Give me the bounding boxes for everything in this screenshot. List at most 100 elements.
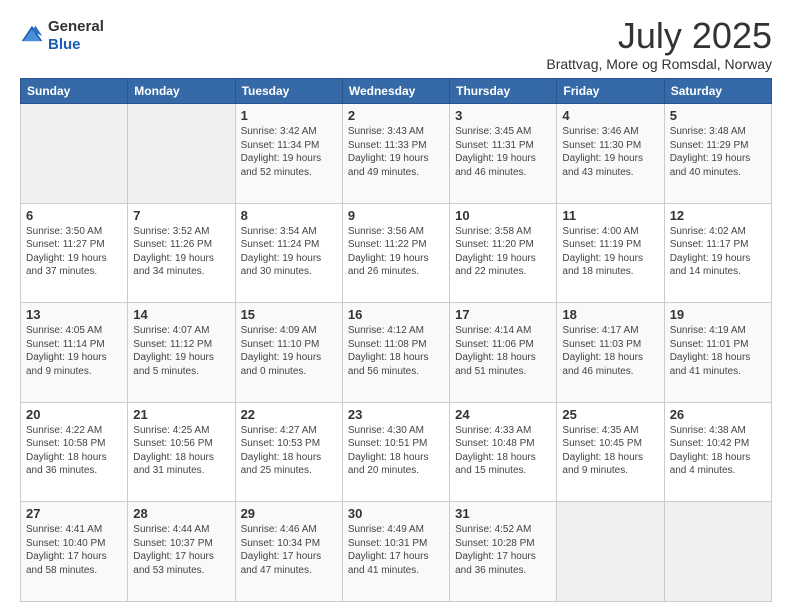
day-info: Sunrise: 4:14 AM Sunset: 11:06 PM Daylig… <box>455 324 551 378</box>
calendar-body: 1 Sunrise: 3:42 AM Sunset: 11:34 PM Dayli… <box>21 104 772 602</box>
day-number: 22 <box>241 407 337 422</box>
day-number: 3 <box>455 108 551 123</box>
day-number: 7 <box>133 208 229 223</box>
day-info: Sunrise: 3:46 AM Sunset: 11:30 PM Daylig… <box>562 125 658 179</box>
calendar-cell: 16 Sunrise: 4:12 AM Sunset: 11:08 PM Dayl… <box>342 303 449 403</box>
logo: General Blue <box>20 18 104 54</box>
day-number: 21 <box>133 407 229 422</box>
calendar-cell: 7 Sunrise: 3:52 AM Sunset: 11:26 PM Dayli… <box>128 203 235 303</box>
day-number: 26 <box>670 407 766 422</box>
calendar-cell: 31 Sunrise: 4:52 AM Sunset: 10:28 PM Dayl… <box>450 502 557 602</box>
day-info: Sunrise: 3:54 AM Sunset: 11:24 PM Daylig… <box>241 225 337 279</box>
title-block: July 2025 Brattvag, More og Romsdal, Nor… <box>546 18 772 72</box>
calendar-cell <box>664 502 771 602</box>
calendar-cell: 17Sunrise: 4:14 AM Sunset: 11:06 PM Dayl… <box>450 303 557 403</box>
day-info: Sunrise: 3:50 AM Sunset: 11:27 PM Daylig… <box>26 225 122 279</box>
calendar-cell: 9 Sunrise: 3:56 AM Sunset: 11:22 PM Dayli… <box>342 203 449 303</box>
day-number: 31 <box>455 506 551 521</box>
calendar-week-5: 27 Sunrise: 4:41 AM Sunset: 10:40 PM Dayl… <box>21 502 772 602</box>
calendar-week-4: 20Sunrise: 4:22 AM Sunset: 10:58 PM Dayl… <box>21 402 772 502</box>
day-number: 6 <box>26 208 122 223</box>
calendar-title: July 2025 <box>546 18 772 54</box>
calendar-cell <box>128 104 235 204</box>
calendar-week-1: 1 Sunrise: 3:42 AM Sunset: 11:34 PM Dayli… <box>21 104 772 204</box>
day-number: 25 <box>562 407 658 422</box>
day-info: Sunrise: 4:35 AM Sunset: 10:45 PM Daylig… <box>562 424 658 478</box>
day-number: 27 <box>26 506 122 521</box>
calendar-cell: 13 Sunrise: 4:05 AM Sunset: 11:14 PM Dayl… <box>21 303 128 403</box>
calendar-week-3: 13 Sunrise: 4:05 AM Sunset: 11:14 PM Dayl… <box>21 303 772 403</box>
logo-blue: Blue <box>48 36 81 53</box>
calendar-cell: 27 Sunrise: 4:41 AM Sunset: 10:40 PM Dayl… <box>21 502 128 602</box>
weekday-header-tuesday: Tuesday <box>235 79 342 104</box>
calendar-cell: 18Sunrise: 4:17 AM Sunset: 11:03 PM Dayl… <box>557 303 664 403</box>
day-info: Sunrise: 3:52 AM Sunset: 11:26 PM Daylig… <box>133 225 229 279</box>
calendar-cell: 1 Sunrise: 3:42 AM Sunset: 11:34 PM Dayli… <box>235 104 342 204</box>
calendar-cell: 4 Sunrise: 3:46 AM Sunset: 11:30 PM Dayli… <box>557 104 664 204</box>
day-info: Sunrise: 4:38 AM Sunset: 10:42 PM Daylig… <box>670 424 766 478</box>
day-number: 30 <box>348 506 444 521</box>
weekday-header-thursday: Thursday <box>450 79 557 104</box>
day-info: Sunrise: 4:25 AM Sunset: 10:56 PM Daylig… <box>133 424 229 478</box>
day-info: Sunrise: 3:43 AM Sunset: 11:33 PM Daylig… <box>348 125 444 179</box>
day-info: Sunrise: 4:27 AM Sunset: 10:53 PM Daylig… <box>241 424 337 478</box>
day-number: 14 <box>133 307 229 322</box>
calendar-cell: 15 Sunrise: 4:09 AM Sunset: 11:10 PM Dayl… <box>235 303 342 403</box>
logo-general: General <box>48 18 104 35</box>
day-number: 13 <box>26 307 122 322</box>
day-number: 5 <box>670 108 766 123</box>
calendar-cell: 11Sunrise: 4:00 AM Sunset: 11:19 PM Dayl… <box>557 203 664 303</box>
page: General Blue July 2025 Brattvag, More og… <box>0 0 792 612</box>
calendar-cell: 30Sunrise: 4:49 AM Sunset: 10:31 PM Dayl… <box>342 502 449 602</box>
calendar-cell: 12Sunrise: 4:02 AM Sunset: 11:17 PM Dayl… <box>664 203 771 303</box>
day-info: Sunrise: 4:30 AM Sunset: 10:51 PM Daylig… <box>348 424 444 478</box>
day-info: Sunrise: 4:19 AM Sunset: 11:01 PM Daylig… <box>670 324 766 378</box>
day-number: 29 <box>241 506 337 521</box>
day-info: Sunrise: 3:56 AM Sunset: 11:22 PM Daylig… <box>348 225 444 279</box>
day-info: Sunrise: 4:41 AM Sunset: 10:40 PM Daylig… <box>26 523 122 577</box>
calendar-cell: 2 Sunrise: 3:43 AM Sunset: 11:33 PM Dayli… <box>342 104 449 204</box>
day-number: 23 <box>348 407 444 422</box>
weekday-header-wednesday: Wednesday <box>342 79 449 104</box>
calendar-cell: 6 Sunrise: 3:50 AM Sunset: 11:27 PM Dayli… <box>21 203 128 303</box>
weekday-header-sunday: Sunday <box>21 79 128 104</box>
calendar-cell: 21 Sunrise: 4:25 AM Sunset: 10:56 PM Dayl… <box>128 402 235 502</box>
day-number: 16 <box>348 307 444 322</box>
calendar-cell: 26 Sunrise: 4:38 AM Sunset: 10:42 PM Dayl… <box>664 402 771 502</box>
weekday-header-friday: Friday <box>557 79 664 104</box>
day-info: Sunrise: 4:44 AM Sunset: 10:37 PM Daylig… <box>133 523 229 577</box>
day-number: 4 <box>562 108 658 123</box>
day-info: Sunrise: 4:33 AM Sunset: 10:48 PM Daylig… <box>455 424 551 478</box>
day-number: 9 <box>348 208 444 223</box>
day-info: Sunrise: 4:46 AM Sunset: 10:34 PM Daylig… <box>241 523 337 577</box>
weekday-header-saturday: Saturday <box>664 79 771 104</box>
day-info: Sunrise: 3:42 AM Sunset: 11:34 PM Daylig… <box>241 125 337 179</box>
day-number: 10 <box>455 208 551 223</box>
calendar-header: SundayMondayTuesdayWednesdayThursdayFrid… <box>21 79 772 104</box>
calendar-cell: 29 Sunrise: 4:46 AM Sunset: 10:34 PM Dayl… <box>235 502 342 602</box>
day-info: Sunrise: 4:05 AM Sunset: 11:14 PM Daylig… <box>26 324 122 378</box>
day-info: Sunrise: 4:00 AM Sunset: 11:19 PM Daylig… <box>562 225 658 279</box>
day-info: Sunrise: 3:45 AM Sunset: 11:31 PM Daylig… <box>455 125 551 179</box>
day-number: 1 <box>241 108 337 123</box>
day-info: Sunrise: 4:09 AM Sunset: 11:10 PM Daylig… <box>241 324 337 378</box>
calendar-cell: 8 Sunrise: 3:54 AM Sunset: 11:24 PM Dayli… <box>235 203 342 303</box>
calendar-cell <box>21 104 128 204</box>
day-number: 19 <box>670 307 766 322</box>
header: General Blue July 2025 Brattvag, More og… <box>20 18 772 72</box>
day-number: 28 <box>133 506 229 521</box>
calendar-location: Brattvag, More og Romsdal, Norway <box>546 56 772 72</box>
day-info: Sunrise: 4:12 AM Sunset: 11:08 PM Daylig… <box>348 324 444 378</box>
calendar-cell: 23 Sunrise: 4:30 AM Sunset: 10:51 PM Dayl… <box>342 402 449 502</box>
day-number: 8 <box>241 208 337 223</box>
day-info: Sunrise: 3:58 AM Sunset: 11:20 PM Daylig… <box>455 225 551 279</box>
day-info: Sunrise: 4:52 AM Sunset: 10:28 PM Daylig… <box>455 523 551 577</box>
calendar-cell: 22 Sunrise: 4:27 AM Sunset: 10:53 PM Dayl… <box>235 402 342 502</box>
day-number: 15 <box>241 307 337 322</box>
day-info: Sunrise: 4:22 AM Sunset: 10:58 PM Daylig… <box>26 424 122 478</box>
calendar-week-2: 6 Sunrise: 3:50 AM Sunset: 11:27 PM Dayli… <box>21 203 772 303</box>
calendar-cell: 24Sunrise: 4:33 AM Sunset: 10:48 PM Dayl… <box>450 402 557 502</box>
day-number: 2 <box>348 108 444 123</box>
day-info: Sunrise: 4:07 AM Sunset: 11:12 PM Daylig… <box>133 324 229 378</box>
calendar-cell: 5Sunrise: 3:48 AM Sunset: 11:29 PM Dayli… <box>664 104 771 204</box>
